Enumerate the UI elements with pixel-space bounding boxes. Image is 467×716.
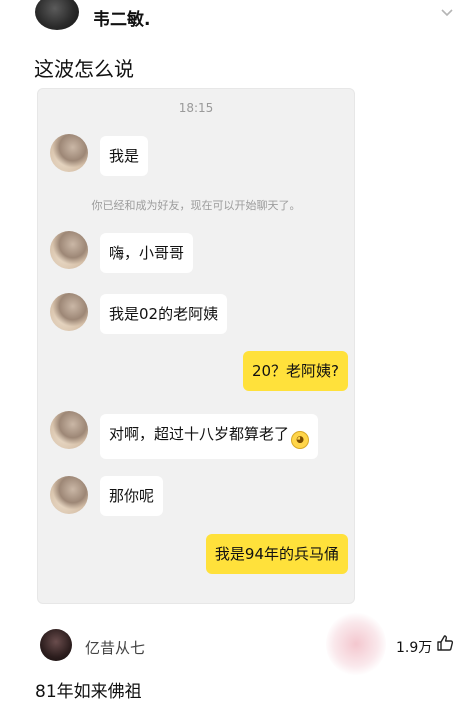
message-text: 对啊，超过十八岁都算老了 [109,425,290,443]
blurred-sticker [326,612,386,676]
contact-avatar [50,134,88,172]
contact-avatar [50,231,88,269]
author-avatar[interactable] [35,0,79,30]
contact-avatar [50,476,88,514]
message-bubble-left: 嗨，小哥哥 [100,233,194,273]
message-bubble-right: 20？老阿姨? [242,351,348,391]
contact-avatar [50,411,88,449]
chat-screenshot: 18:15 我是 你已经和成为好友，现在可以开始聊天了。 嗨，小哥哥 我是02的… [37,88,355,604]
message-bubble-left: 我是 [100,136,149,176]
post-text: 这波怎么说 [34,57,134,81]
commenter-name[interactable]: 亿昔从七 [85,637,145,658]
message-bubble-left: 那你呢 [100,476,164,516]
thumbs-up-icon[interactable] [436,634,454,652]
comment-text: 81年如来佛祖 [35,682,142,702]
message-bubble-right: 我是94年的兵马俑 [205,534,348,574]
like-count: 1.9万 [396,640,433,656]
commenter-avatar[interactable] [40,629,72,661]
author-name[interactable]: 韦二敏. [93,5,150,30]
contact-avatar [50,293,88,331]
sweat-smile-emoji: ◕ [291,431,310,449]
message-bubble-left: 我是02的老阿姨 [100,294,228,334]
post-header: 韦二敏. [0,0,467,40]
message-bubble-left: 对啊，超过十八岁都算老了 ◕ [100,414,319,459]
chevron-down-icon[interactable] [440,6,454,20]
system-notice: 你已经和成为好友，现在可以开始聊天了。 [91,199,301,212]
chat-timestamp: 18:15 [178,101,214,115]
